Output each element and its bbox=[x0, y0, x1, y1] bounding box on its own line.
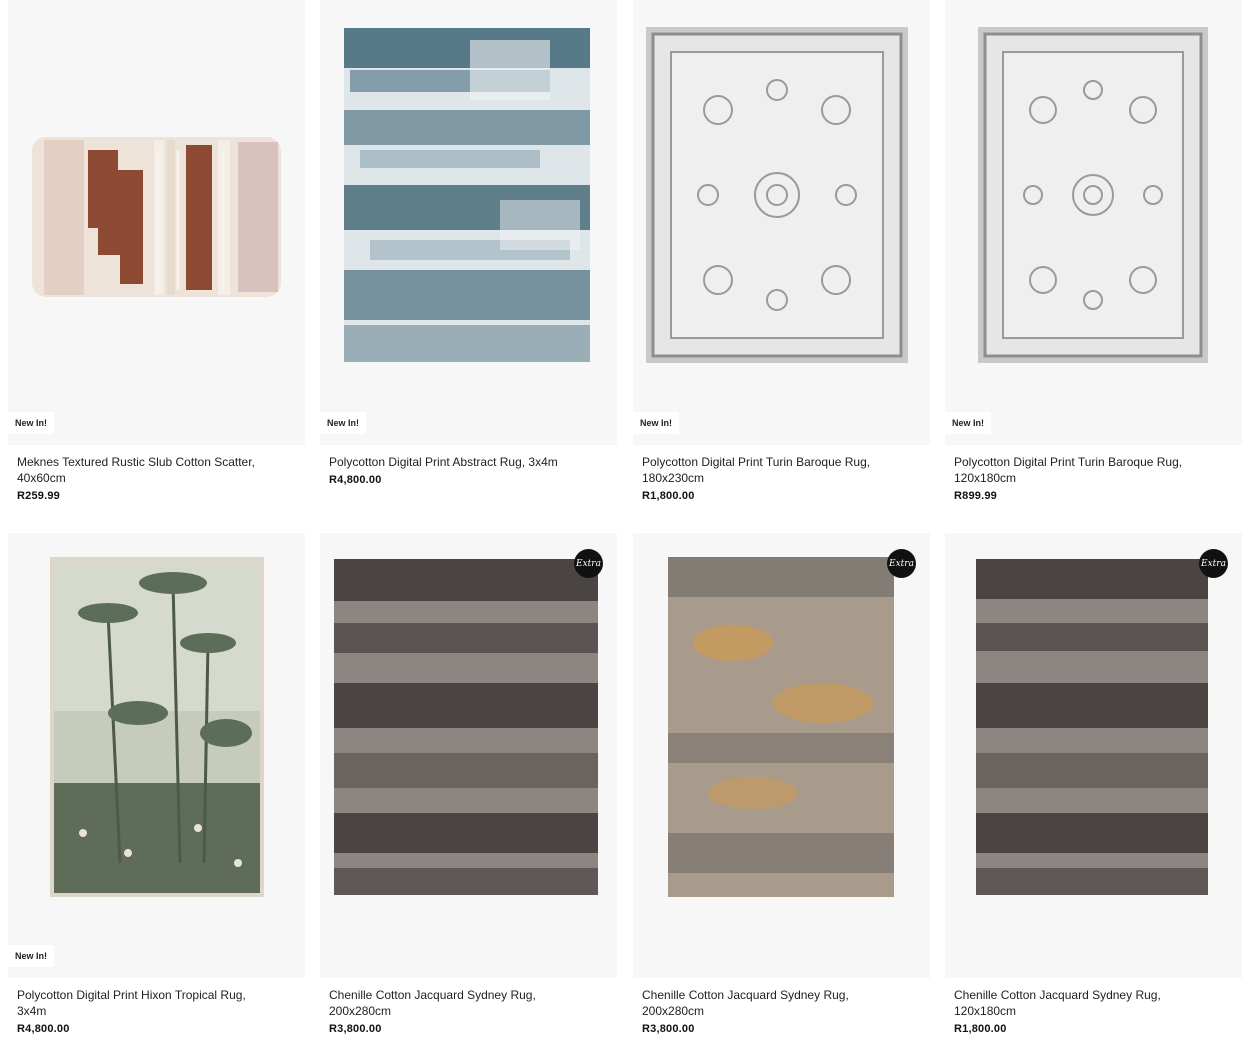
product-title[interactable]: Chenille Cotton Jacquard Sydney Rug, 200… bbox=[633, 987, 930, 1019]
product-title[interactable]: Chenille Cotton Jacquard Sydney Rug, 120… bbox=[945, 987, 1242, 1019]
product-title[interactable]: Polycotton Digital Print Abstract Rug, 3… bbox=[320, 454, 617, 470]
product-image[interactable]: Extra bbox=[633, 533, 930, 978]
product-price: R3,800.00 bbox=[329, 1023, 382, 1035]
product-card[interactable]: New In! Polycotton Digital Print Turin B… bbox=[633, 0, 930, 502]
baroque-rug-image bbox=[646, 27, 908, 363]
product-price: R899.99 bbox=[954, 490, 997, 502]
product-price: R4,800.00 bbox=[17, 1023, 70, 1035]
product-price: R1,800.00 bbox=[642, 490, 695, 502]
product-image[interactable]: New In! bbox=[320, 0, 617, 445]
new-in-badge: New In! bbox=[320, 412, 367, 434]
product-image[interactable]: Extra bbox=[945, 533, 1242, 978]
cushion-image bbox=[32, 137, 281, 297]
new-in-badge: New In! bbox=[8, 945, 55, 967]
extra-badge: Extra bbox=[887, 549, 916, 578]
extra-badge: Extra bbox=[574, 549, 603, 578]
new-in-badge: New In! bbox=[945, 412, 992, 434]
product-card[interactable]: New In! Polycotton Digital Print Turin B… bbox=[945, 0, 1242, 502]
abstract-rug-image bbox=[344, 28, 590, 362]
product-price: R259.99 bbox=[17, 490, 60, 502]
baroque-rug-image bbox=[978, 27, 1208, 363]
product-price: R1,800.00 bbox=[954, 1023, 1007, 1035]
product-card[interactable]: New In! Polycotton Digital Print Hixon T… bbox=[8, 533, 305, 1035]
product-card[interactable]: New In! Meknes Textured Rustic Slub Cott… bbox=[8, 0, 305, 502]
new-in-badge: New In! bbox=[8, 412, 55, 434]
product-card[interactable]: New In! Polycotton Digital Print Abstrac… bbox=[320, 0, 617, 486]
product-image[interactable]: Extra bbox=[320, 533, 617, 978]
product-image[interactable]: New In! bbox=[633, 0, 930, 445]
product-card[interactable]: Extra Chenille Cotton Jacquard Sydney Ru… bbox=[633, 533, 930, 1035]
chenille-rug-image bbox=[976, 559, 1208, 895]
extra-badge: Extra bbox=[1199, 549, 1228, 578]
product-image[interactable]: New In! bbox=[8, 533, 305, 978]
product-title[interactable]: Polycotton Digital Print Turin Baroque R… bbox=[633, 454, 930, 486]
chenille-rug-image bbox=[668, 557, 894, 897]
product-title[interactable]: Meknes Textured Rustic Slub Cotton Scatt… bbox=[8, 454, 305, 486]
product-image[interactable]: New In! bbox=[8, 0, 305, 445]
product-title[interactable]: Polycotton Digital Print Turin Baroque R… bbox=[945, 454, 1242, 486]
product-card[interactable]: Extra Chenille Cotton Jacquard Sydney Ru… bbox=[945, 533, 1242, 1035]
chenille-rug-image bbox=[334, 559, 598, 895]
new-in-badge: New In! bbox=[633, 412, 680, 434]
product-price: R3,800.00 bbox=[642, 1023, 695, 1035]
product-image[interactable]: New In! bbox=[945, 0, 1242, 445]
product-title[interactable]: Polycotton Digital Print Hixon Tropical … bbox=[8, 987, 305, 1019]
product-card[interactable]: Extra Chenille Cotton Jacquard Sydney Ru… bbox=[320, 533, 617, 1035]
tropical-rug-image bbox=[50, 557, 264, 897]
product-title[interactable]: Chenille Cotton Jacquard Sydney Rug, 200… bbox=[320, 987, 617, 1019]
product-price: R4,800.00 bbox=[329, 474, 382, 486]
